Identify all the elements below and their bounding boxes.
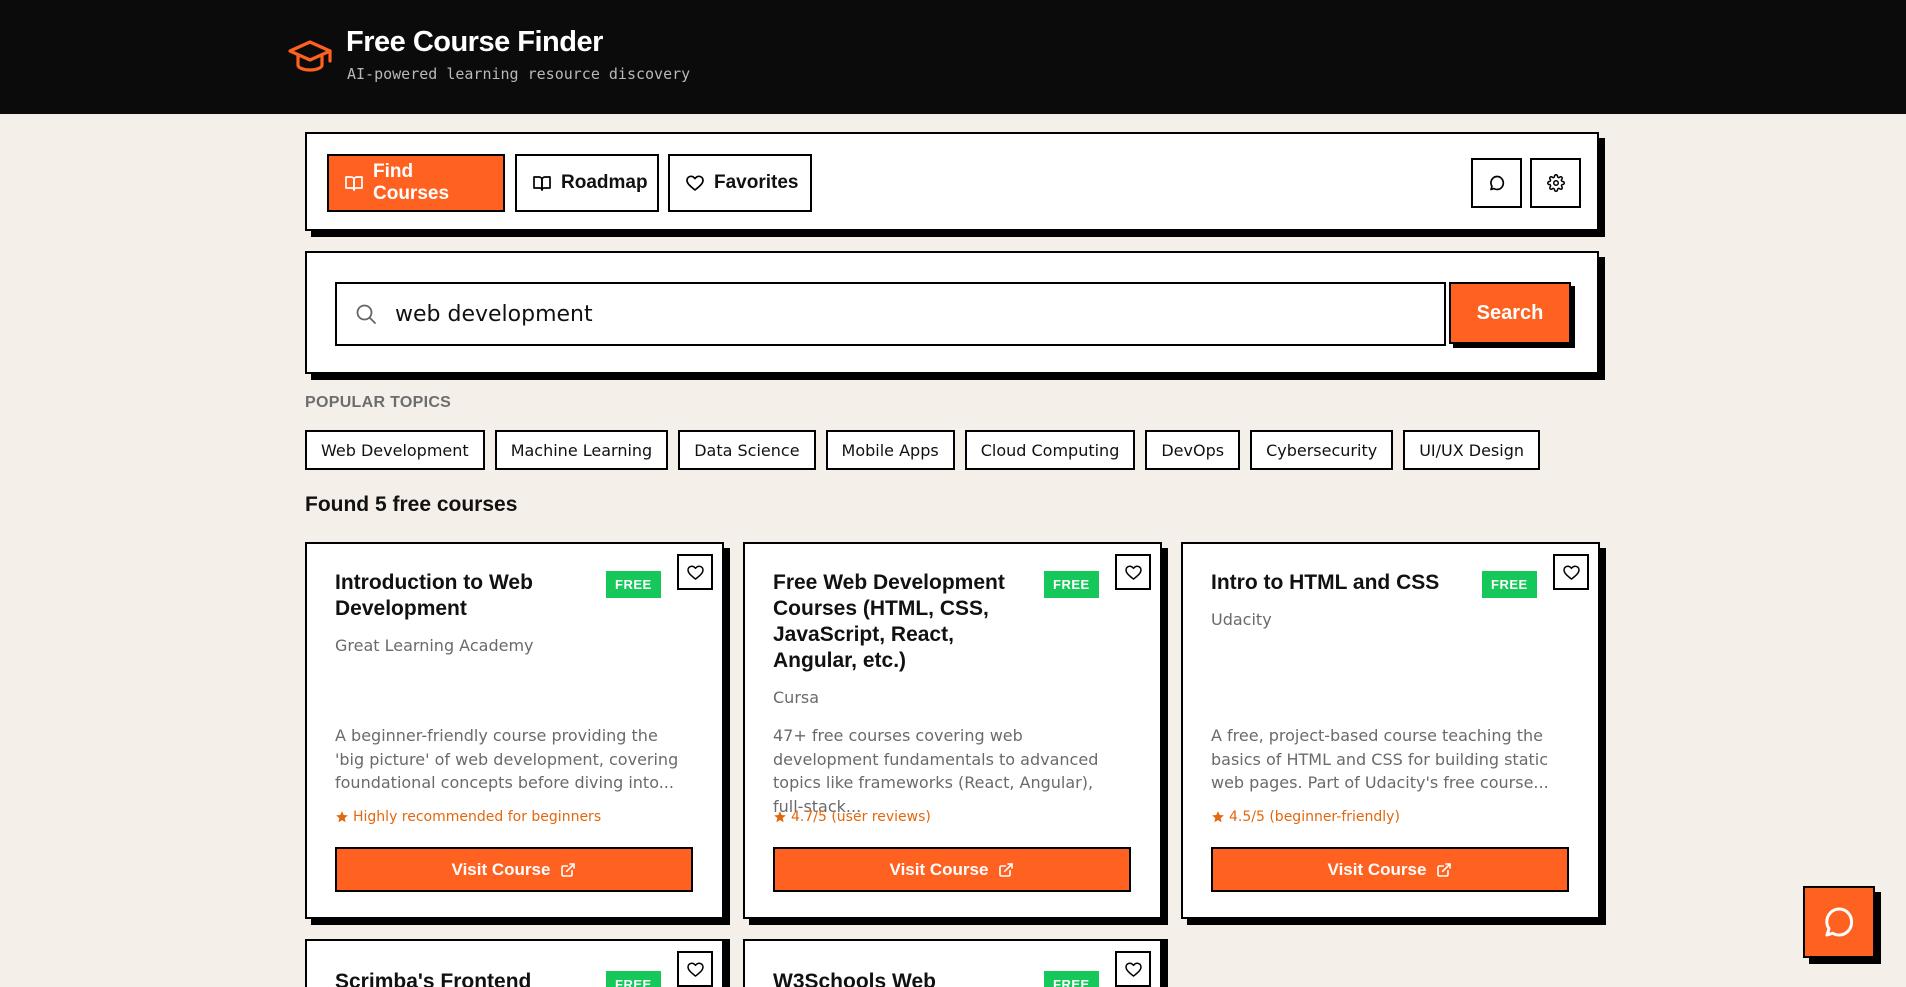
heart-icon — [686, 564, 704, 580]
topic-chip[interactable]: DevOps — [1145, 430, 1241, 470]
tab-label: Find Courses — [373, 161, 450, 204]
topic-label: Cloud Computing — [980, 440, 1120, 460]
heart-icon — [1124, 961, 1142, 977]
course-rating: Highly recommended for beginners — [335, 809, 601, 825]
free-badge: FREE — [1044, 571, 1099, 598]
external-link-icon — [561, 862, 576, 877]
star-icon — [774, 811, 786, 823]
favorite-button[interactable] — [677, 951, 713, 987]
topic-chip[interactable]: UI/UX Design — [1403, 430, 1541, 470]
topic-chip[interactable]: Data Science — [678, 430, 816, 470]
course-card: Scrimba's Frontend FREE — [305, 939, 724, 987]
chat-fab-button[interactable] — [1803, 886, 1875, 958]
course-card: Intro to HTML and CSS FREE Udacity A fre… — [1181, 542, 1600, 919]
course-description: A free, project-based course teaching th… — [1211, 726, 1549, 792]
topic-chip[interactable]: Cybersecurity — [1250, 430, 1394, 470]
topic-label: Cybersecurity — [1266, 440, 1378, 460]
graduation-cap-icon — [288, 40, 332, 72]
course-title: Introduction to Web Development — [335, 571, 533, 620]
free-badge: FREE — [606, 971, 661, 987]
course-card: W3Schools Web FREE — [743, 939, 1162, 987]
course-provider: Great Learning Academy — [335, 636, 534, 655]
search-button[interactable]: Search — [1449, 282, 1571, 344]
heart-icon — [686, 961, 704, 977]
favorite-button[interactable] — [677, 554, 713, 590]
course-card: Free Web Development Courses (HTML, CSS,… — [743, 542, 1162, 919]
heart-icon — [1562, 564, 1580, 580]
app-subtitle: AI-powered learning resource discovery — [347, 65, 691, 83]
popular-topics-list: Web Development Machine Learning Data Sc… — [305, 430, 1541, 470]
topic-label: DevOps — [1161, 440, 1225, 460]
star-icon — [1212, 811, 1224, 823]
course-provider: Udacity — [1211, 610, 1272, 629]
search-field[interactable] — [335, 282, 1446, 346]
popular-topics-label: POPULAR TOPICS — [305, 394, 452, 411]
free-badge: FREE — [1482, 571, 1537, 598]
visit-course-button[interactable]: Visit Course — [773, 847, 1131, 892]
course-rating: 4.7/5 (user reviews) — [773, 809, 931, 825]
star-icon — [336, 811, 348, 823]
course-title: Free Web Development Courses (HTML, CSS,… — [773, 571, 1005, 672]
visit-label: Visit Course — [889, 859, 989, 879]
nav-panel: Find Courses Roadmap Favorites — [305, 132, 1599, 231]
app-title: Free Course Finder — [346, 26, 603, 58]
heart-icon — [1124, 564, 1142, 580]
course-title: W3Schools Web — [773, 970, 936, 987]
tab-roadmap[interactable]: Roadmap — [515, 154, 659, 212]
course-title: Intro to HTML and CSS — [1211, 571, 1440, 594]
course-card: Introduction to Web Development FREE Gre… — [305, 542, 724, 919]
topic-label: Web Development — [321, 440, 469, 460]
chat-icon — [1825, 907, 1854, 937]
visit-course-button[interactable]: Visit Course — [335, 847, 693, 892]
favorite-button[interactable] — [1553, 554, 1589, 590]
topic-chip[interactable]: Machine Learning — [494, 430, 669, 470]
tab-find-courses[interactable]: Find Courses — [327, 154, 505, 212]
rating-text: Highly recommended for beginners — [353, 809, 602, 825]
tab-label: Roadmap — [561, 172, 648, 193]
book-open-icon — [533, 176, 551, 191]
topic-label: Machine Learning — [510, 440, 653, 460]
topic-label: Data Science — [694, 440, 800, 460]
app-header: Free Course Finder AI-powered learning r… — [0, 0, 1906, 114]
settings-button[interactable] — [1530, 158, 1581, 208]
visit-course-button[interactable]: Visit Course — [1211, 847, 1569, 892]
rating-text: 4.5/5 (beginner-friendly) — [1229, 809, 1400, 825]
course-description: A beginner-friendly course providing the… — [335, 726, 679, 792]
book-open-icon — [345, 176, 363, 191]
search-input[interactable] — [395, 301, 1295, 327]
course-description: 47+ free courses covering web developmen… — [773, 726, 1099, 816]
visit-label: Visit Course — [1327, 859, 1427, 879]
course-title: Scrimba's Frontend — [335, 970, 532, 987]
free-badge: FREE — [1044, 971, 1099, 987]
external-link-icon — [999, 862, 1014, 877]
favorite-button[interactable] — [1115, 554, 1151, 590]
topic-label: UI/UX Design — [1419, 440, 1525, 460]
search-icon — [356, 304, 376, 324]
topic-chip[interactable]: Cloud Computing — [964, 430, 1136, 470]
visit-label: Visit Course — [451, 859, 551, 879]
rating-text: 4.7/5 (user reviews) — [791, 809, 931, 825]
topic-chip[interactable]: Mobile Apps — [825, 430, 955, 470]
course-rating: 4.5/5 (beginner-friendly) — [1211, 809, 1400, 825]
external-link-icon — [1437, 862, 1452, 877]
gear-icon — [1546, 174, 1565, 192]
favorite-button[interactable] — [1115, 951, 1151, 987]
topic-chip[interactable]: Web Development — [305, 430, 485, 470]
course-provider: Cursa — [773, 688, 820, 707]
heart-icon — [686, 175, 704, 191]
tab-favorites[interactable]: Favorites — [668, 154, 812, 212]
results-summary: Found 5 free courses — [305, 493, 518, 516]
chat-button[interactable] — [1471, 158, 1522, 208]
free-badge: FREE — [606, 571, 661, 598]
topic-label: Mobile Apps — [841, 440, 939, 460]
search-panel: Search — [305, 251, 1599, 374]
tab-label: Favorites — [714, 172, 799, 193]
chat-icon — [1489, 175, 1504, 191]
